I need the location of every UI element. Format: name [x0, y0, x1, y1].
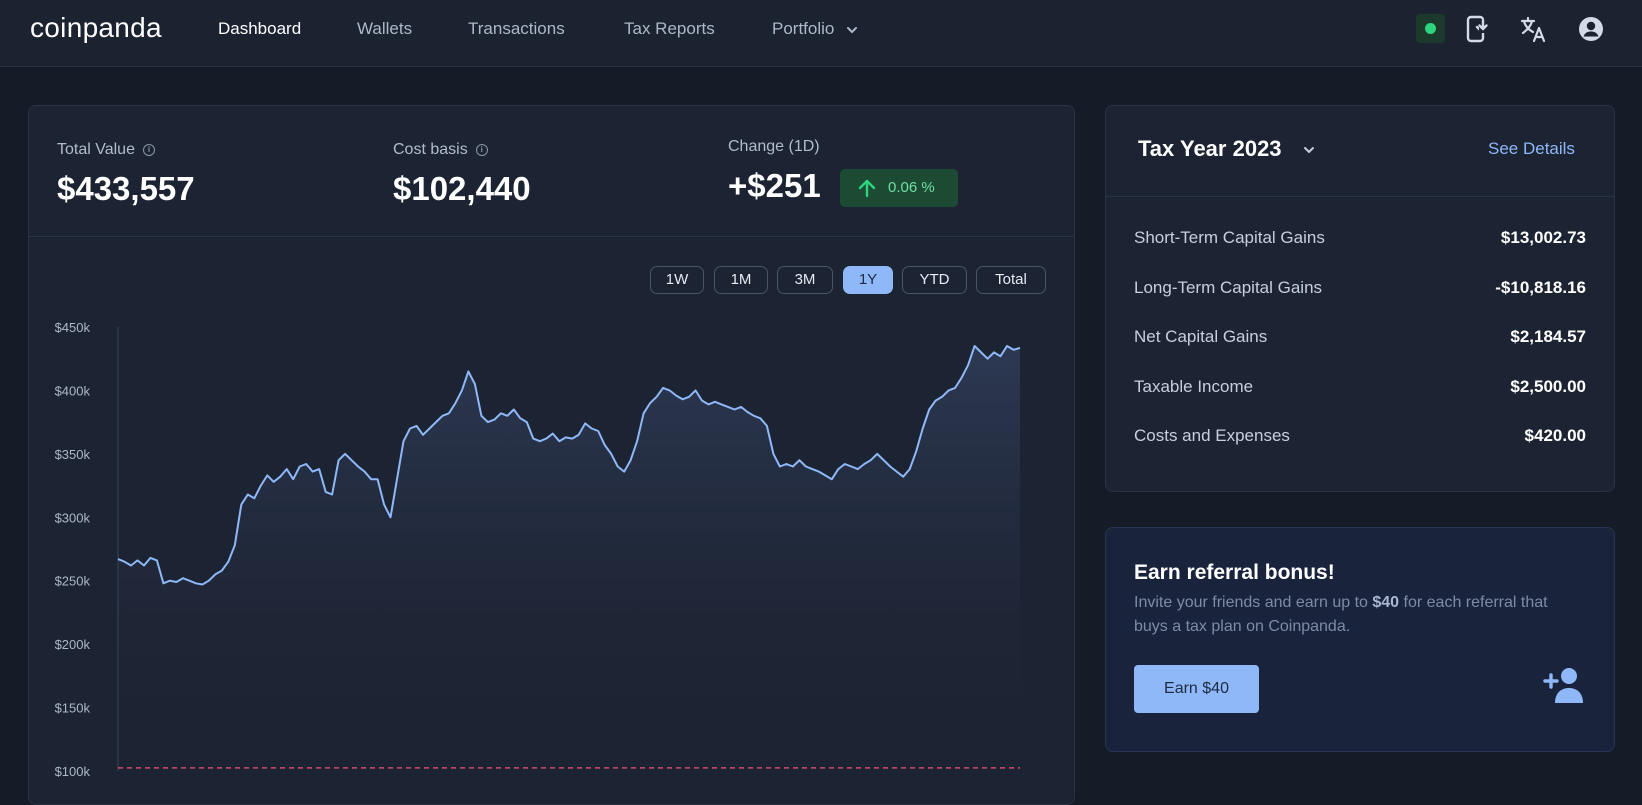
change-label: Change (1D)	[728, 138, 820, 155]
cost-basis-label: Cost basis i	[393, 141, 488, 159]
sync-status-indicator[interactable]	[1416, 14, 1445, 43]
user-account-icon[interactable]	[1576, 14, 1606, 44]
y-tick-label: $150k	[55, 701, 91, 716]
tax-row-label: Net Capital Gains	[1134, 327, 1268, 346]
portfolio-value-chart[interactable]: $100k $150k $200k $250k $300k $350k $400k $450k	[28, 300, 1074, 788]
timeframe-total[interactable]: Total	[976, 266, 1046, 294]
tax-row-value: $2,184.57	[1510, 327, 1586, 346]
coinpanda-logo[interactable]: coinpanda	[30, 12, 162, 44]
tax-year-selector[interactable]: Tax Year 2023	[1138, 136, 1316, 162]
chevron-down-icon	[847, 26, 858, 33]
y-tick-label: $100k	[55, 764, 91, 779]
status-dot	[1425, 23, 1436, 34]
timeframe-3m[interactable]: 3M	[777, 266, 833, 294]
tax-row-value: $2,500.00	[1510, 377, 1586, 396]
tax-row-label: Long-Term Capital Gains	[1134, 278, 1323, 297]
y-tick-label: $350k	[55, 447, 91, 462]
nav-portfolio[interactable]: Portfolio	[772, 19, 859, 39]
timeframe-ytd[interactable]: YTD	[902, 266, 967, 294]
total-value-label: Total Value i	[57, 141, 155, 159]
timeframe-1y[interactable]: 1Y	[843, 266, 893, 294]
add-user-icon	[1543, 668, 1583, 703]
referral-amount: $40	[1372, 594, 1400, 611]
see-details-link[interactable]: See Details	[1488, 139, 1575, 159]
card-divider	[29, 236, 1074, 237]
info-icon[interactable]: i	[142, 143, 155, 156]
mobile-download-icon[interactable]	[1463, 14, 1493, 44]
referral-description: Invite your friends and earn up to $40 f…	[1134, 594, 1548, 635]
y-tick-label: $400k	[55, 383, 91, 398]
referral-title: Earn referral bonus!	[1134, 561, 1335, 584]
arrow-up-icon	[858, 179, 876, 198]
y-tick-label: $450k	[55, 320, 91, 335]
y-tick-label: $300k	[55, 510, 91, 525]
timeframe-1w[interactable]: 1W	[650, 266, 704, 294]
nav-wallets[interactable]: Wallets	[357, 19, 412, 39]
tax-year-label: Tax Year 2023	[1138, 136, 1282, 161]
nav-portfolio-label: Portfolio	[772, 19, 835, 38]
timeframe-1m[interactable]: 1M	[714, 266, 768, 294]
cost-basis-value: $102,440	[393, 170, 531, 207]
translate-icon[interactable]	[1519, 14, 1549, 44]
nav-dashboard[interactable]: Dashboard	[218, 19, 301, 39]
tax-row-value: -$10,818.16	[1495, 278, 1586, 297]
nav-tax-reports[interactable]: Tax Reports	[624, 19, 715, 39]
change-percent-badge: 0.06 %	[840, 169, 958, 207]
tax-row-label: Costs and Expenses	[1134, 426, 1290, 445]
tax-row-label: Taxable Income	[1134, 377, 1254, 396]
info-icon[interactable]: i	[475, 143, 488, 156]
tax-row-value: $420.00	[1524, 426, 1586, 445]
chevron-down-icon	[1303, 147, 1314, 154]
change-value: +$251	[728, 167, 821, 204]
tax-row-label: Short-Term Capital Gains	[1134, 228, 1325, 247]
y-tick-label: $200k	[55, 637, 91, 652]
nav-transactions[interactable]: Transactions	[468, 19, 565, 39]
y-tick-label: $250k	[55, 574, 91, 589]
tax-row-value: $13,002.73	[1500, 228, 1586, 247]
earn-referral-button[interactable]: Earn $40	[1134, 665, 1259, 713]
tax-card-divider	[1106, 196, 1614, 197]
total-value: $433,557	[57, 170, 195, 207]
top-navigation-bar: coinpanda Dashboard Wallets Transactions…	[0, 0, 1642, 67]
change-percent: 0.06 %	[888, 179, 935, 196]
portfolio-value-area	[118, 346, 1020, 771]
